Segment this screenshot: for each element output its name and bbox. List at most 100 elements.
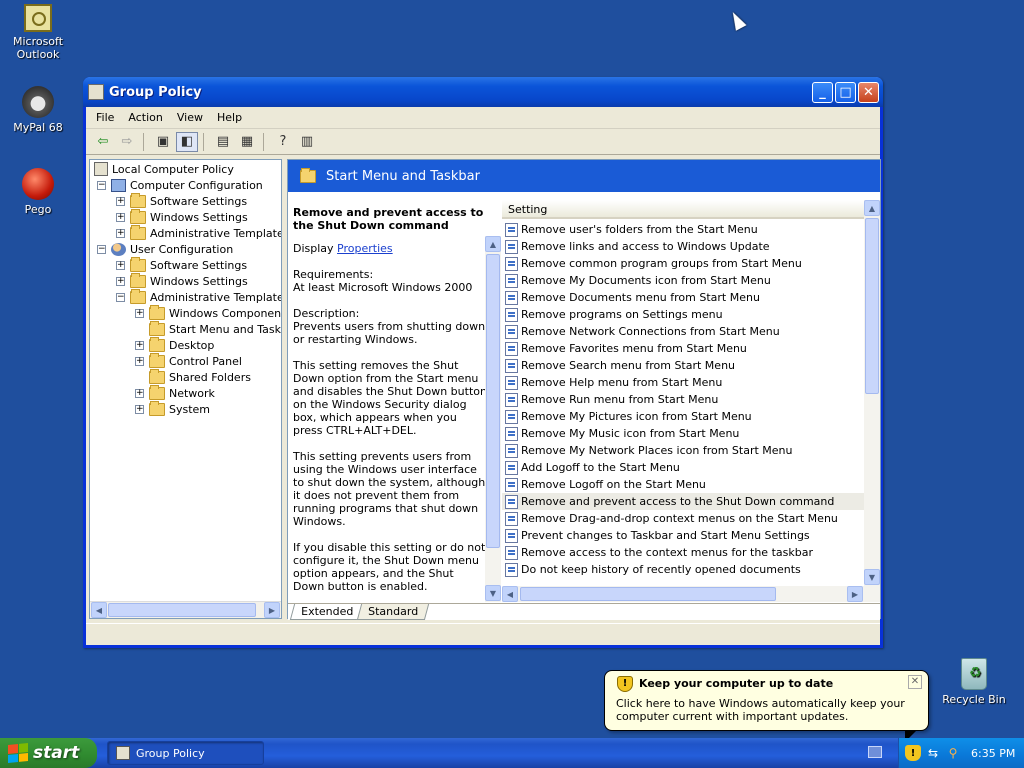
list-item[interactable]: Remove Documents menu from Start Menu (502, 289, 864, 306)
list-item[interactable]: Remove access to the context menus for t… (502, 544, 864, 561)
expand-icon[interactable]: + (135, 308, 144, 318)
list-item[interactable]: Remove My Network Places icon from Start… (502, 442, 864, 459)
list-item[interactable]: Add Logoff to the Start Menu (502, 459, 864, 476)
back-arrow-icon[interactable]: ⇦ (92, 132, 114, 152)
clock[interactable]: 6:35 PM (971, 747, 1015, 760)
tree-item-user-configuration[interactable]: − User Configuration (97, 241, 233, 257)
expand-icon[interactable]: + (116, 276, 125, 286)
menu-help[interactable]: Help (210, 109, 249, 126)
setting-column-header[interactable]: Setting (502, 200, 864, 219)
collapse-icon[interactable]: − (116, 292, 125, 302)
scroll-thumb[interactable] (108, 603, 256, 617)
desktop-icon-recycle-bin[interactable]: ♻ Recycle Bin (936, 658, 1012, 706)
expand-icon[interactable]: + (135, 388, 144, 398)
tree-label: Administrative Templates (150, 290, 282, 304)
desktop-icon-pego[interactable]: Pego (0, 168, 76, 216)
menu-view[interactable]: View (170, 109, 210, 126)
scroll-right-icon[interactable]: ▶ (264, 602, 280, 618)
expand-icon[interactable]: + (135, 340, 144, 350)
desktop-icon-outlook[interactable]: Microsoft Outlook (0, 4, 76, 61)
list-item[interactable]: Remove links and access to Windows Updat… (502, 238, 864, 255)
tree-item-local-computer-policy[interactable]: Local Computer Policy (94, 161, 234, 177)
collapse-icon[interactable]: − (97, 180, 106, 190)
tree-item-administrative-templates[interactable]: + Administrative Templates (116, 224, 281, 241)
tree-item-windows-settings[interactable]: + Windows Settings (116, 208, 248, 225)
scroll-up-icon[interactable]: ▲ (864, 200, 880, 216)
list-item[interactable]: Remove Help menu from Start Menu (502, 374, 864, 391)
menu-action[interactable]: Action (121, 109, 169, 126)
menu-file[interactable]: File (89, 109, 121, 126)
tree-item-shared-folders[interactable]: Shared Folders (135, 368, 251, 385)
scroll-down-icon[interactable]: ▼ (485, 585, 501, 601)
minimize-button[interactable]: _ (812, 81, 833, 103)
search-icon[interactable]: ⚲ (945, 745, 961, 761)
scroll-left-icon[interactable]: ◀ (91, 602, 107, 618)
tree-item-control-panel[interactable]: + Control Panel (135, 352, 242, 369)
list-item[interactable]: Remove Network Connections from Start Me… (502, 323, 864, 340)
tree-item-software-settings[interactable]: + Software Settings (116, 256, 247, 273)
scroll-up-icon[interactable]: ▲ (485, 236, 501, 252)
list-item[interactable]: Remove Logoff on the Start Menu (502, 476, 864, 493)
update-balloon[interactable]: ! Keep your computer up to date ✕ Click … (604, 670, 929, 742)
close-button[interactable]: ✕ (858, 81, 879, 103)
tree-item-desktop[interactable]: + Desktop (135, 336, 214, 353)
list-item[interactable]: Remove Search menu from Start Menu (502, 357, 864, 374)
forward-arrow-icon[interactable]: ⇨ (116, 132, 138, 152)
up-folder-icon[interactable]: ▣ (152, 132, 174, 152)
scroll-thumb[interactable] (520, 587, 776, 601)
network-icon[interactable]: ⇆ (925, 745, 941, 761)
export-list-icon[interactable]: ▦ (236, 132, 258, 152)
tree-item-windows-components[interactable]: + Windows Components (135, 304, 281, 321)
scroll-down-icon[interactable]: ▼ (864, 569, 880, 585)
scroll-thumb[interactable] (865, 218, 879, 394)
show-hide-tree-icon[interactable]: ◧ (176, 131, 198, 152)
tab-standard[interactable]: Standard (357, 604, 430, 620)
tree-horizontal-scrollbar[interactable]: ◀ ▶ (90, 601, 281, 618)
tree-item-software-settings[interactable]: + Software Settings (116, 192, 247, 209)
start-button[interactable]: start (0, 738, 97, 768)
list-item[interactable]: Remove My Music icon from Start Menu (502, 425, 864, 442)
tree-item-computer-configuration[interactable]: − Computer Configuration (97, 177, 263, 193)
expand-icon[interactable]: + (116, 260, 125, 270)
list-item[interactable]: Remove user's folders from the Start Men… (502, 221, 864, 238)
tree-item-administrative-templates[interactable]: − Administrative Templates (116, 288, 282, 305)
tree-item-system[interactable]: + System (135, 400, 210, 417)
tree-item-windows-settings[interactable]: + Windows Settings (116, 272, 248, 289)
list-item[interactable]: Remove Favorites menu from Start Menu (502, 340, 864, 357)
maximize-button[interactable]: □ (835, 81, 856, 103)
list-item[interactable]: Prevent changes to Taskbar and Start Men… (502, 527, 864, 544)
collapse-icon[interactable]: − (97, 244, 106, 254)
list-item-selected[interactable]: Remove and prevent access to the Shut Do… (502, 493, 864, 510)
expand-icon[interactable]: + (116, 228, 125, 238)
desktop-icon-mypal[interactable]: MyPal 68 (0, 86, 76, 134)
close-icon[interactable]: ✕ (908, 675, 922, 689)
list-item[interactable]: Remove My Pictures icon from Start Menu (502, 408, 864, 425)
tab-extended[interactable]: Extended (289, 604, 365, 620)
properties-link[interactable]: Properties (337, 242, 393, 255)
help-icon[interactable]: ? (272, 132, 294, 152)
expand-icon[interactable]: + (116, 196, 125, 206)
tree-item-network[interactable]: + Network (135, 384, 215, 401)
list-item[interactable]: Remove common program groups from Start … (502, 255, 864, 272)
scroll-thumb[interactable] (486, 254, 500, 548)
list-item[interactable]: Remove Drag-and-drop context menus on th… (502, 510, 864, 527)
properties-icon[interactable]: ▤ (212, 132, 234, 152)
description-vertical-scrollbar[interactable]: ▲ ▼ (485, 236, 501, 602)
expand-icon[interactable]: + (135, 356, 144, 366)
action-pane-icon[interactable]: ▥ (296, 132, 318, 152)
scroll-left-icon[interactable]: ◀ (502, 586, 518, 602)
tree-item-start-menu-taskbar[interactable]: Start Menu and Taskba (135, 320, 281, 337)
taskbar-button-group-policy[interactable]: Group Policy (107, 741, 264, 765)
security-alert-icon[interactable]: ! (905, 745, 921, 761)
list-item[interactable]: Do not keep history of recently opened d… (502, 561, 864, 578)
list-item[interactable]: Remove programs on Settings menu (502, 306, 864, 323)
keyboard-icon[interactable] (868, 746, 882, 758)
scroll-right-icon[interactable]: ▶ (847, 586, 863, 602)
expand-icon[interactable]: + (116, 212, 125, 222)
title-bar[interactable]: Group Policy _ □ ✕ (83, 77, 883, 107)
list-item[interactable]: Remove Run menu from Start Menu (502, 391, 864, 408)
list-item[interactable]: Remove My Documents icon from Start Menu (502, 272, 864, 289)
list-horizontal-scrollbar[interactable]: ◀ ▶ (502, 586, 880, 602)
expand-icon[interactable]: + (135, 404, 144, 414)
list-vertical-scrollbar[interactable]: ▲ ▼ (864, 200, 880, 586)
